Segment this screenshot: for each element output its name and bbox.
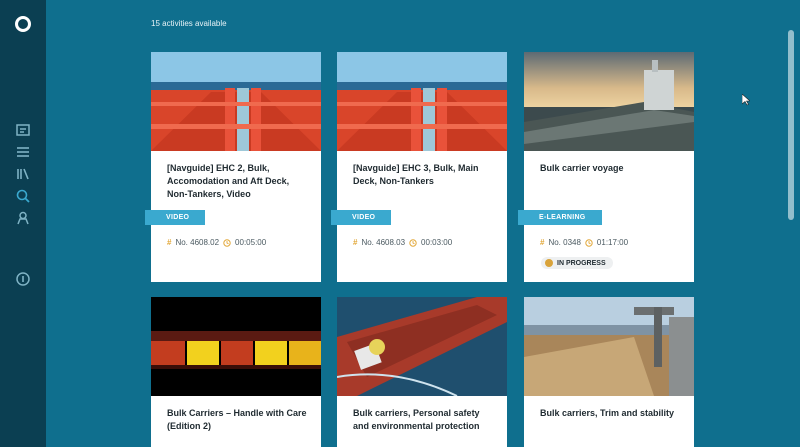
activity-card[interactable]: Bulk carriers, Trim and stability bbox=[524, 297, 694, 447]
card-meta: # No. 4608.02 00:05:00 bbox=[167, 238, 266, 247]
card-title: Bulk carrier voyage bbox=[540, 163, 624, 173]
activity-duration: 00:05:00 bbox=[235, 238, 267, 247]
activity-card[interactable]: [Navguide] EHC 2, Bulk, Accomodation and… bbox=[145, 52, 321, 282]
activity-card[interactable]: Bulk carriers, Personal safety and envir… bbox=[337, 297, 507, 447]
clock-icon bbox=[585, 238, 593, 247]
user-icon[interactable] bbox=[13, 208, 33, 228]
activity-duration: 00:03:00 bbox=[421, 238, 453, 247]
card-thumbnail bbox=[524, 52, 694, 151]
card-meta: # No. 0348 01:17:00 bbox=[540, 238, 628, 247]
activity-duration: 01:17:00 bbox=[596, 238, 629, 247]
card-title: Bulk carriers, Personal safety and envir… bbox=[353, 408, 480, 431]
card-thumbnail bbox=[524, 297, 694, 396]
scrollbar[interactable] bbox=[788, 30, 794, 220]
card-thumbnail bbox=[151, 52, 321, 151]
card-title: [Navguide] EHC 3, Bulk, Main Deck, Non-T… bbox=[353, 163, 479, 186]
status-badge: IN PROGRESS bbox=[541, 257, 613, 269]
progress-dot-icon bbox=[545, 259, 553, 267]
activity-number: No. 0348 bbox=[548, 238, 581, 247]
mouse-cursor-icon bbox=[742, 94, 750, 106]
dashboard-icon[interactable] bbox=[13, 120, 33, 140]
card-title: [Navguide] EHC 2, Bulk, Accomodation and… bbox=[167, 163, 290, 199]
sidebar bbox=[0, 0, 46, 447]
card-thumbnail bbox=[337, 297, 507, 396]
card-title: Bulk Carriers – Handle with Care (Editio… bbox=[167, 408, 307, 431]
type-badge: VIDEO bbox=[331, 210, 392, 225]
hash-icon: # bbox=[167, 238, 172, 247]
info-icon[interactable] bbox=[13, 269, 33, 289]
card-meta: # No. 4608.03 00:03:00 bbox=[353, 238, 452, 247]
type-badge: E-LEARNING bbox=[518, 210, 602, 225]
card-thumbnail bbox=[337, 52, 507, 151]
list-icon[interactable] bbox=[13, 142, 33, 162]
activity-card[interactable]: Bulk Carriers – Handle with Care (Editio… bbox=[151, 297, 321, 447]
logo-icon[interactable] bbox=[14, 15, 32, 33]
activity-number: No. 4608.03 bbox=[361, 238, 406, 247]
hash-icon: # bbox=[540, 238, 545, 247]
type-badge: VIDEO bbox=[145, 210, 206, 225]
activity-card[interactable]: Bulk carrier voyage E-LEARNING # No. 034… bbox=[518, 52, 694, 282]
activity-card[interactable]: [Navguide] EHC 3, Bulk, Main Deck, Non-T… bbox=[331, 52, 507, 282]
status-label: IN PROGRESS bbox=[557, 259, 606, 267]
card-thumbnail bbox=[151, 297, 321, 396]
activities-count: 15 activities available bbox=[151, 19, 227, 28]
clock-icon bbox=[223, 238, 231, 247]
search-icon[interactable] bbox=[13, 186, 33, 206]
hash-icon: # bbox=[353, 238, 358, 247]
card-title: Bulk carriers, Trim and stability bbox=[540, 408, 675, 418]
clock-icon bbox=[409, 238, 417, 247]
library-icon[interactable] bbox=[13, 164, 33, 184]
activity-number: No. 4608.02 bbox=[175, 238, 220, 247]
